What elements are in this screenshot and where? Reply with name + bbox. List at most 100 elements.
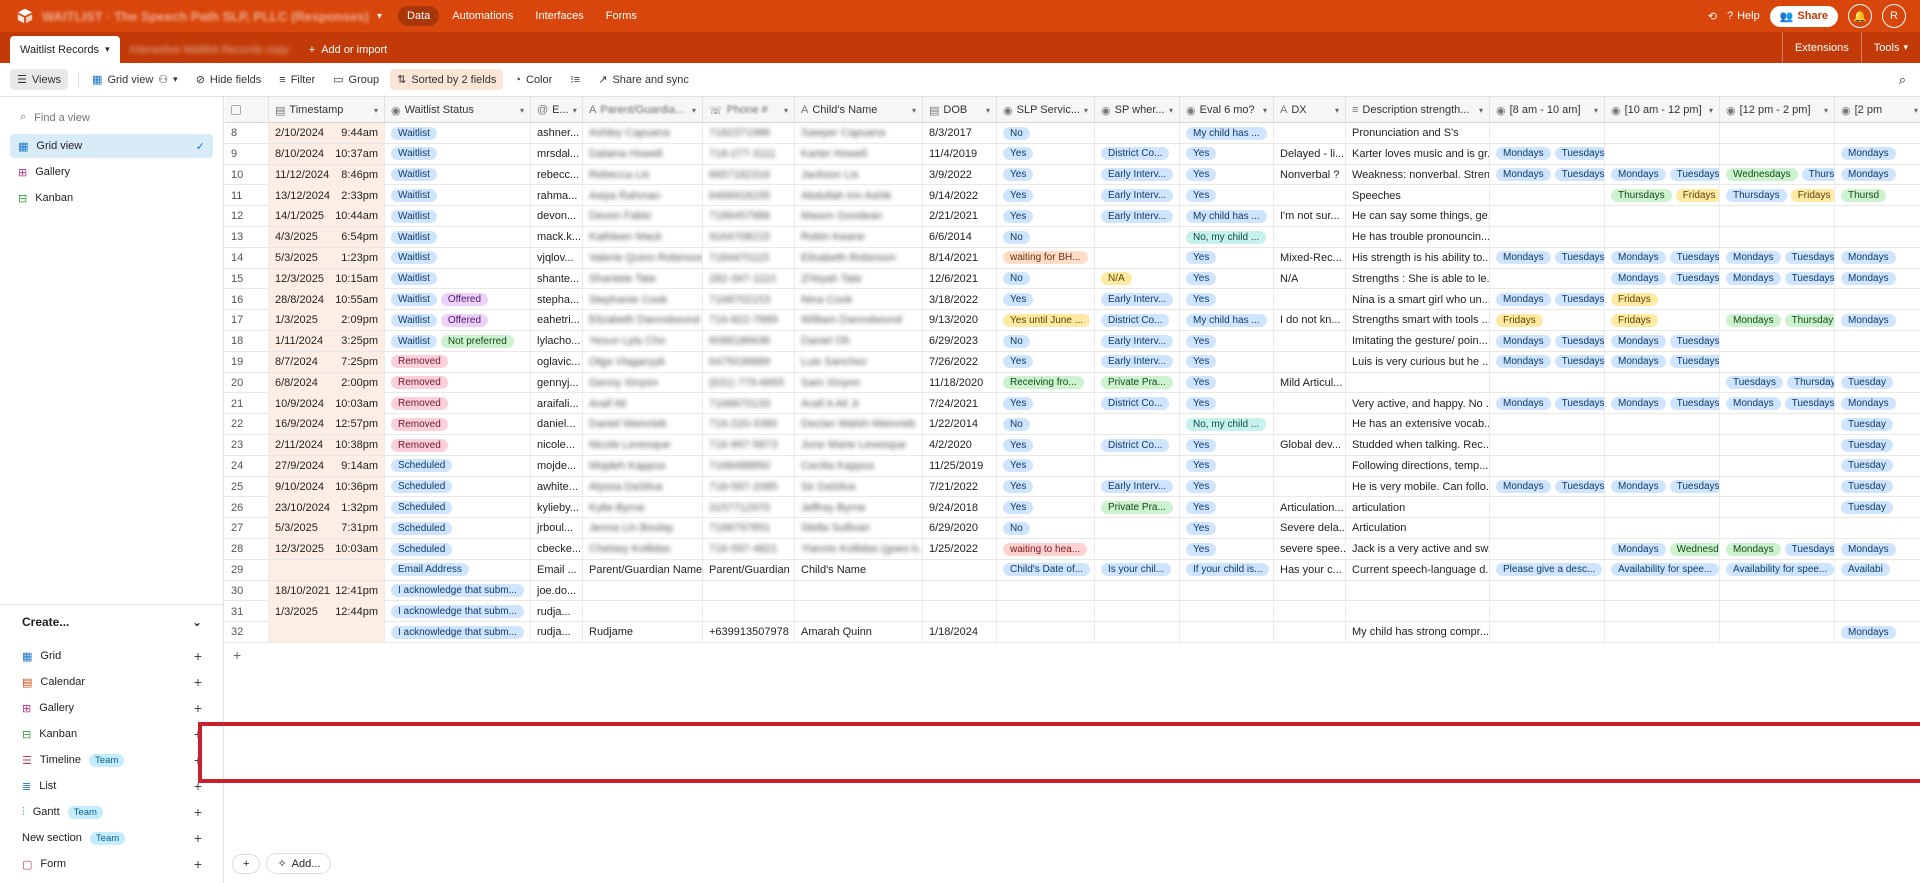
cell-c10[interactable]: Mondays Tuesdays	[1605, 268, 1720, 289]
cell-sp[interactable]	[1095, 247, 1180, 269]
cell-n[interactable]: 19	[225, 351, 269, 373]
cell-sp[interactable]	[1095, 414, 1180, 435]
cell-slp[interactable]: No	[997, 123, 1095, 144]
cell-c10[interactable]	[1605, 414, 1720, 435]
cell-dx[interactable]: Mild Articul...	[1274, 372, 1346, 393]
cell-c2[interactable]	[1835, 289, 1920, 309]
cell-sp[interactable]	[1095, 580, 1180, 601]
cell-dx[interactable]	[1274, 414, 1346, 435]
cell-sp[interactable]: Is your chil...	[1095, 559, 1180, 581]
cell-sp[interactable]	[1095, 601, 1180, 622]
cell-phone[interactable]: 716-220-3380	[703, 414, 795, 435]
cell-email[interactable]: rebecc...	[531, 164, 583, 185]
cell-status[interactable]: Waitlist	[385, 185, 531, 206]
cell-parent[interactable]: Genny Xinyon	[583, 372, 703, 393]
cell-n[interactable]: 22	[225, 414, 269, 435]
create-calendar[interactable]: ▤ Calendar +	[0, 669, 224, 695]
cell-c8[interactable]	[1490, 206, 1605, 227]
cell-dob[interactable]: 12/6/2021	[923, 268, 997, 289]
cell-desc[interactable]: articulation	[1346, 497, 1490, 518]
cell-c10[interactable]	[1605, 518, 1720, 539]
cell-c8[interactable]	[1490, 518, 1605, 539]
cell-desc[interactable]: His strength is his ability to...	[1346, 247, 1490, 269]
cell-ts[interactable]	[269, 559, 385, 581]
cell-slp[interactable]: Child's Date of...	[997, 559, 1095, 581]
cell-dob[interactable]: 11/18/2020	[923, 372, 997, 393]
cell-child[interactable]: Sawyer Capuana	[795, 123, 923, 144]
cell-c10[interactable]	[1605, 601, 1720, 622]
cell-sp[interactable]: District Co...	[1095, 393, 1180, 414]
create-new-section[interactable]: New section Team +	[0, 825, 224, 851]
cell-c12[interactable]	[1720, 476, 1835, 497]
cell-c12[interactable]	[1720, 414, 1835, 435]
table-row[interactable]: 9 8/10/2024 10:37am Waitlist mrsdal... Dalain…	[225, 143, 1920, 165]
cell-c12[interactable]	[1720, 455, 1835, 477]
cell-c2[interactable]	[1835, 227, 1920, 247]
cell-c10[interactable]	[1605, 580, 1720, 601]
cell-sp[interactable]: Early Interv...	[1095, 351, 1180, 373]
table-row[interactable]: 13 4/3/2025 6:54pm Waitlist mack.k... Kathlee…	[225, 227, 1920, 248]
column-header-7[interactable]: ▤ DOB ▾	[923, 97, 997, 123]
cell-status[interactable]: I acknowledge that subm...	[385, 601, 531, 622]
cell-phone[interactable]	[703, 580, 795, 601]
cell-n[interactable]: 32	[225, 622, 269, 643]
cell-n[interactable]: 30	[225, 580, 269, 601]
cell-c12[interactable]: TuesdaysThursdays	[1720, 372, 1835, 393]
cell-sp[interactable]	[1095, 622, 1180, 643]
cell-c8[interactable]	[1490, 227, 1605, 248]
cell-ts[interactable]: 12/3/2025 10:15am	[269, 268, 385, 289]
cell-eval[interactable]: Yes	[1180, 497, 1274, 518]
cell-parent[interactable]: Rebecca Lis	[583, 164, 703, 185]
tab-waitlist-records[interactable]: Waitlist Records ▾	[10, 36, 120, 63]
cell-slp[interactable]	[997, 580, 1095, 601]
cell-desc[interactable]: Pronunciation and S's	[1346, 123, 1490, 144]
cell-phone[interactable]: 6475036889	[703, 351, 795, 373]
cell-c12[interactable]	[1720, 206, 1835, 227]
cell-status[interactable]: Waitlist	[385, 206, 531, 227]
plus-icon[interactable]: +	[194, 700, 202, 716]
cell-c2[interactable]	[1835, 123, 1920, 143]
cell-parent[interactable]	[583, 580, 703, 601]
cell-eval[interactable]: Yes	[1180, 435, 1274, 456]
cell-desc[interactable]	[1346, 601, 1490, 622]
chevron-down-icon[interactable]: ▾	[377, 11, 382, 22]
cell-status[interactable]: Scheduled	[385, 455, 531, 477]
cell-dx[interactable]	[1274, 185, 1346, 206]
view-item-kanban[interactable]: ⊟ Kanban	[10, 186, 213, 210]
cell-email[interactable]: shante...	[531, 268, 583, 289]
cell-child[interactable]	[795, 580, 923, 601]
cell-phone[interactable]: 9164708215	[703, 227, 795, 248]
cell-ts[interactable]: 27/9/2024 9:14am	[269, 455, 385, 477]
column-header-13[interactable]: ◉ [8 am - 10 am] ▾	[1490, 97, 1605, 123]
plus-icon[interactable]: +	[194, 674, 202, 690]
cell-parent[interactable]: Elizabeth Dannsbound	[583, 310, 703, 331]
cell-dob[interactable]: 7/26/2022	[923, 351, 997, 373]
cell-ts[interactable]: 4/3/2025 6:54pm	[269, 227, 385, 248]
cell-parent[interactable]: Stephanie Cook	[583, 289, 703, 310]
cell-desc[interactable]: Current speech-language d...	[1346, 559, 1490, 581]
cell-email[interactable]: ashner...	[531, 123, 583, 144]
chevron-down-icon[interactable]: ▾	[784, 106, 788, 115]
cell-n[interactable]: 20	[225, 372, 269, 393]
cell-desc[interactable]: He is very mobile. Can follo...	[1346, 476, 1490, 497]
cell-c12[interactable]	[1720, 435, 1835, 456]
cell-desc[interactable]: Speeches	[1346, 185, 1490, 206]
base-title[interactable]: WAITLIST · The Speech Path SLP, PLLC (Re…	[42, 9, 369, 24]
cell-status[interactable]: Waitlist Not preferred	[385, 331, 531, 352]
cell-phone[interactable]: 6657182316	[703, 164, 795, 185]
cell-ts[interactable]: 23/10/2024 1:32pm	[269, 497, 385, 518]
view-item-grid-view[interactable]: ▦ Grid view ✓	[10, 134, 213, 158]
cell-status[interactable]: Waitlist	[385, 247, 531, 269]
help-link[interactable]: ? Help	[1727, 10, 1760, 22]
cell-child[interactable]: Cecilia Kappus	[795, 455, 923, 477]
cell-status[interactable]: Scheduled	[385, 518, 531, 539]
table-row[interactable]: 24 27/9/2024 9:14am Scheduled mojde... Mojdeh…	[225, 455, 1920, 477]
cell-dob[interactable]: 11/4/2019	[923, 143, 997, 165]
cell-sp[interactable]: Early Interv...	[1095, 164, 1180, 185]
group-button[interactable]: ▭ Group	[326, 69, 386, 90]
cell-c8[interactable]	[1490, 123, 1605, 144]
cell-desc[interactable]: He has trouble pronouncin...	[1346, 227, 1490, 248]
cell-phone[interactable]: 716-822-7889	[703, 310, 795, 331]
cell-eval[interactable]	[1180, 622, 1274, 643]
cell-dx[interactable]: Global dev...	[1274, 435, 1346, 456]
